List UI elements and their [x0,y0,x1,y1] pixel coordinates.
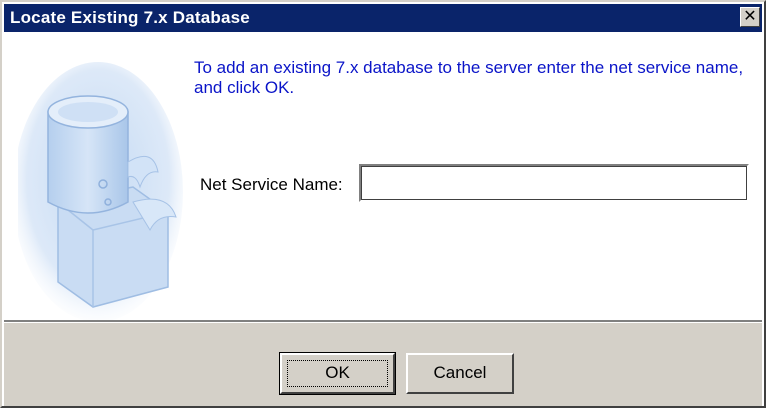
button-bar: OK Cancel [4,323,762,406]
focus-rect [287,360,388,387]
ok-button[interactable]: OK [279,352,396,395]
net-service-name-input[interactable] [359,164,749,202]
instruction-text: To add an existing 7.x database to the s… [194,58,744,97]
database-cylinder-illustration [18,62,183,322]
net-service-name-label: Net Service Name: [200,175,343,194]
title-bar[interactable]: Locate Existing 7.x Database ✕ [4,4,762,32]
window-title: Locate Existing 7.x Database [10,8,250,27]
locate-database-dialog: Locate Existing 7.x Database ✕ To add an… [0,0,766,408]
dialog-content: To add an existing 7.x database to the s… [4,32,762,322]
close-icon: ✕ [743,8,757,25]
cancel-button-label: Cancel [433,363,487,382]
cancel-button[interactable]: Cancel [406,353,514,394]
close-button[interactable]: ✕ [740,7,760,27]
